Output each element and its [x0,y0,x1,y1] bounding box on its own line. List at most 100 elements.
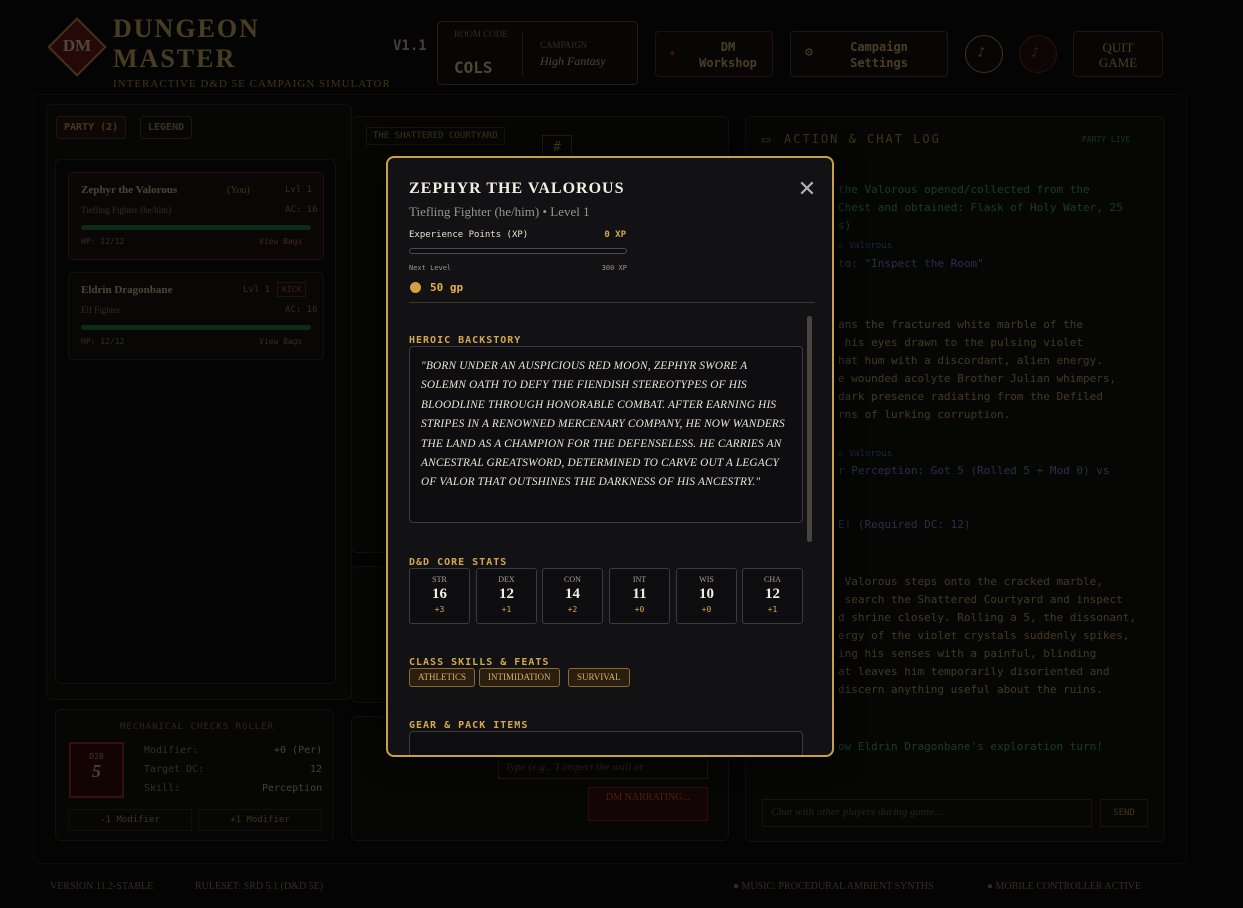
modal-scrollbar[interactable] [807,316,812,542]
member-ac: AC: 16 [285,205,318,215]
xp-label: Experience Points (XP) [409,230,529,240]
chat-line: r Perception: Got 5 (Rolled 5 + Mod 0) v… [838,464,1110,477]
chat-line: at leaves him temporarily disoriented an… [838,665,1110,678]
footer-version: VERSION 11.2-STABLE [50,881,154,892]
chat-line: Valorous steps onto the cracked marble, [838,575,1103,588]
chat-line: discern anything useful about the ruins. [838,683,1103,696]
die-value: 5 [92,761,101,781]
member-desc: Elf Fighter [81,305,121,315]
stat-str: STR 16 +3 [409,568,470,624]
close-icon[interactable]: ✕ [796,179,818,202]
gear-icon: ⚙ [805,45,813,60]
stat-con: CON 14 +2 [542,568,603,624]
skill-tag: ATHLETICS [409,668,475,687]
chat-line: rns of lurking corruption. [838,408,1011,421]
logo-letters: DM [62,36,92,55]
member-name: Zephyr the Valorous [81,184,178,196]
chat-narration: Valorous steps onto the cracked marble, … [838,573,1136,699]
kick-button[interactable]: KICK [277,282,307,297]
stat-cha: CHA 12 +1 [742,568,803,624]
stat-name: CON [564,575,581,584]
party-member-card[interactable]: Eldrin Dragonbane Lvl 1 KICK Elf Fighter… [68,272,324,360]
footer-music: ● MUSIC: PROCEDURAL AMBIENT SYNTHS [733,881,934,892]
stat-dex: DEX 12 +1 [476,568,537,624]
app-title-line1: DUNGEON [113,14,260,43]
modifier-value: +0 (Per) [274,745,323,756]
modal-scroll-area[interactable]: HEROIC BACKSTORY "Born under an auspicio… [388,304,832,755]
view-bags-link[interactable]: View Bags [259,237,302,246]
chat-line: dark presence radiating from the Defiled [838,390,1103,403]
xp-progress-bar [409,248,627,254]
stats-heading: D&D CORE STATS [409,557,508,568]
member-hp: HP: 12/12 [81,337,125,346]
roller-title: MECHANICAL CHECKS ROLLER [120,722,275,732]
party-member-card[interactable]: Zephyr the Valorous (You) Lvl 1 Tiefling… [68,172,324,260]
room-code-label: ROOM CODE [454,29,508,39]
backstory-text: "Born under an auspicious red moon, Zeph… [409,346,803,523]
dc-value: 12 [310,764,323,775]
send-button[interactable]: SEND [1100,799,1148,827]
chat-line: ergy of the violet crystals suddenly spi… [838,629,1130,642]
backstory-heading: HEROIC BACKSTORY [409,335,522,346]
action-input[interactable]: Type (e.g., 'I inspect the wall or [498,757,708,779]
member-desc: Tiefling Fighter (he/him) [81,205,172,215]
member-level: Lvl 1 [285,185,313,195]
stat-value: 14 [565,586,580,602]
campaign-label: CAMPAIGN [540,40,588,50]
footer-ruleset: RULESET: SRD 5.1 (D&D 5E) [195,881,324,892]
d20-die[interactable]: D20 5 [69,742,124,798]
member-level: Lvl 1 [243,285,271,295]
quit-label: QUIT GAME [1098,40,1138,70]
character-subtitle: Tiefling Fighter (he/him) • Level 1 [409,204,590,219]
chat-line: ow Eldrin Dragonbane's exploration turn! [838,740,1103,753]
chat-title: ACTION & CHAT LOG [784,132,941,146]
campaign-value: High Fantasy [540,54,606,68]
skill-label: Skill: [144,783,181,794]
dm-narrating-button[interactable]: DM NARRATING... [588,787,708,821]
you-badge: (You) [227,185,250,196]
chat-line: his eyes drawn to the pulsing violet [838,336,1084,349]
stat-mod: +1 [767,605,778,614]
chat-author: e Valorous [838,449,893,459]
quit-game-button[interactable]: QUIT GAME [1073,31,1163,77]
character-sheet-modal: ZEPHYR THE VALOROUS Tiefling Fighter (he… [386,156,834,757]
hp-bar [81,225,311,230]
tab-legend[interactable]: LEGEND [140,116,193,139]
stat-value: 12 [765,586,780,602]
footer-controller: ● MOBILE CONTROLLER ACTIVE [987,881,1142,892]
gold-amount: 50 gp [430,281,464,294]
speaker-icon: ♪ [1031,45,1040,61]
hp-bar [81,325,311,330]
chat-line: e wounded acolyte Brother Julian whimper… [838,372,1117,385]
map-location: THE SHATTERED COURTYARD [366,127,505,145]
party-list: Zephyr the Valorous (You) Lvl 1 Tiefling… [55,159,336,684]
view-bags-link[interactable]: View Bags [259,337,302,346]
campaign-settings-button[interactable]: ⚙ Campaign Settings [790,31,948,77]
member-hp: HP: 12/12 [81,237,125,246]
dc-label: Target DC: [144,764,205,775]
wand-icon: ✦ [668,45,677,61]
plus-modifier-button[interactable]: +1 Modifier [198,809,322,831]
chat-input[interactable]: Chat with other players during game... [762,799,1092,827]
next-level-value: 300 XP [601,264,627,272]
stat-int: INT 11 +0 [609,568,670,624]
volume-button[interactable]: ♪ [965,35,1003,73]
mute-button[interactable]: ♪ [1019,35,1057,73]
gear-list [409,731,803,755]
skill-value: Perception [262,783,323,794]
die-label: D20 [89,752,104,761]
stat-value: 10 [699,586,714,602]
checks-roller-panel: MECHANICAL CHECKS ROLLER D20 5 Modifier:… [55,709,334,841]
stat-mod: +1 [501,605,512,614]
modifier-label: Modifier: [144,745,199,756]
room-code: COLS [454,58,493,77]
chat-line: d shrine closely. Rolling a 5, the disso… [838,611,1137,624]
chat-line: hat hum with a discordant, alien energy. [838,354,1103,367]
chat-line: Chest and obtained: Flask of Holy Water,… [838,201,1123,214]
minus-modifier-button[interactable]: -1 Modifier [68,809,192,831]
divider [409,302,815,303]
chat-line: search the Shattered Courtyard and inspe… [838,593,1123,606]
dm-workshop-button[interactable]: ✦ DM Workshop [655,31,773,77]
skills-heading: CLASS SKILLS & FEATS [409,657,550,668]
tab-party[interactable]: PARTY (2) [56,116,127,139]
